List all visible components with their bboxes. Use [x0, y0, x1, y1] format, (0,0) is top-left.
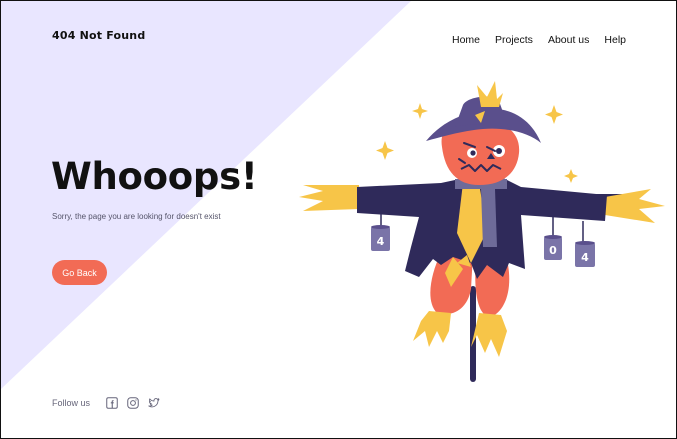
- hanging-can-left: 4: [371, 213, 390, 251]
- page: 404 Not Found Home Projects About us Hel…: [0, 0, 677, 439]
- go-back-button[interactable]: Go Back: [52, 260, 107, 285]
- can-left-text: 4: [377, 235, 385, 248]
- straw-left-hand: [299, 185, 359, 211]
- error-headline: Whooops!: [51, 155, 258, 198]
- follow-us-label: Follow us: [52, 398, 91, 408]
- hanging-can-middle: 0: [544, 215, 562, 260]
- hanging-can-right: 4: [575, 221, 595, 267]
- site-logo[interactable]: 404 Not Found: [52, 29, 145, 42]
- nav-projects[interactable]: Projects: [495, 34, 533, 46]
- error-message: Sorry, the page you are looking for does…: [52, 212, 221, 221]
- scarecrow-illustration: 4 0 4: [299, 81, 665, 382]
- follow-us-bar: Follow us: [52, 397, 160, 409]
- can-middle-text: 0: [549, 244, 557, 257]
- instagram-icon[interactable]: [127, 397, 139, 409]
- facebook-icon[interactable]: [106, 397, 118, 409]
- main-nav: Home Projects About us Help: [452, 34, 626, 46]
- nav-help[interactable]: Help: [604, 34, 626, 46]
- can-right-text: 4: [581, 251, 589, 264]
- twitter-icon[interactable]: [148, 397, 160, 409]
- nav-about-us[interactable]: About us: [548, 34, 589, 46]
- nav-home[interactable]: Home: [452, 34, 480, 46]
